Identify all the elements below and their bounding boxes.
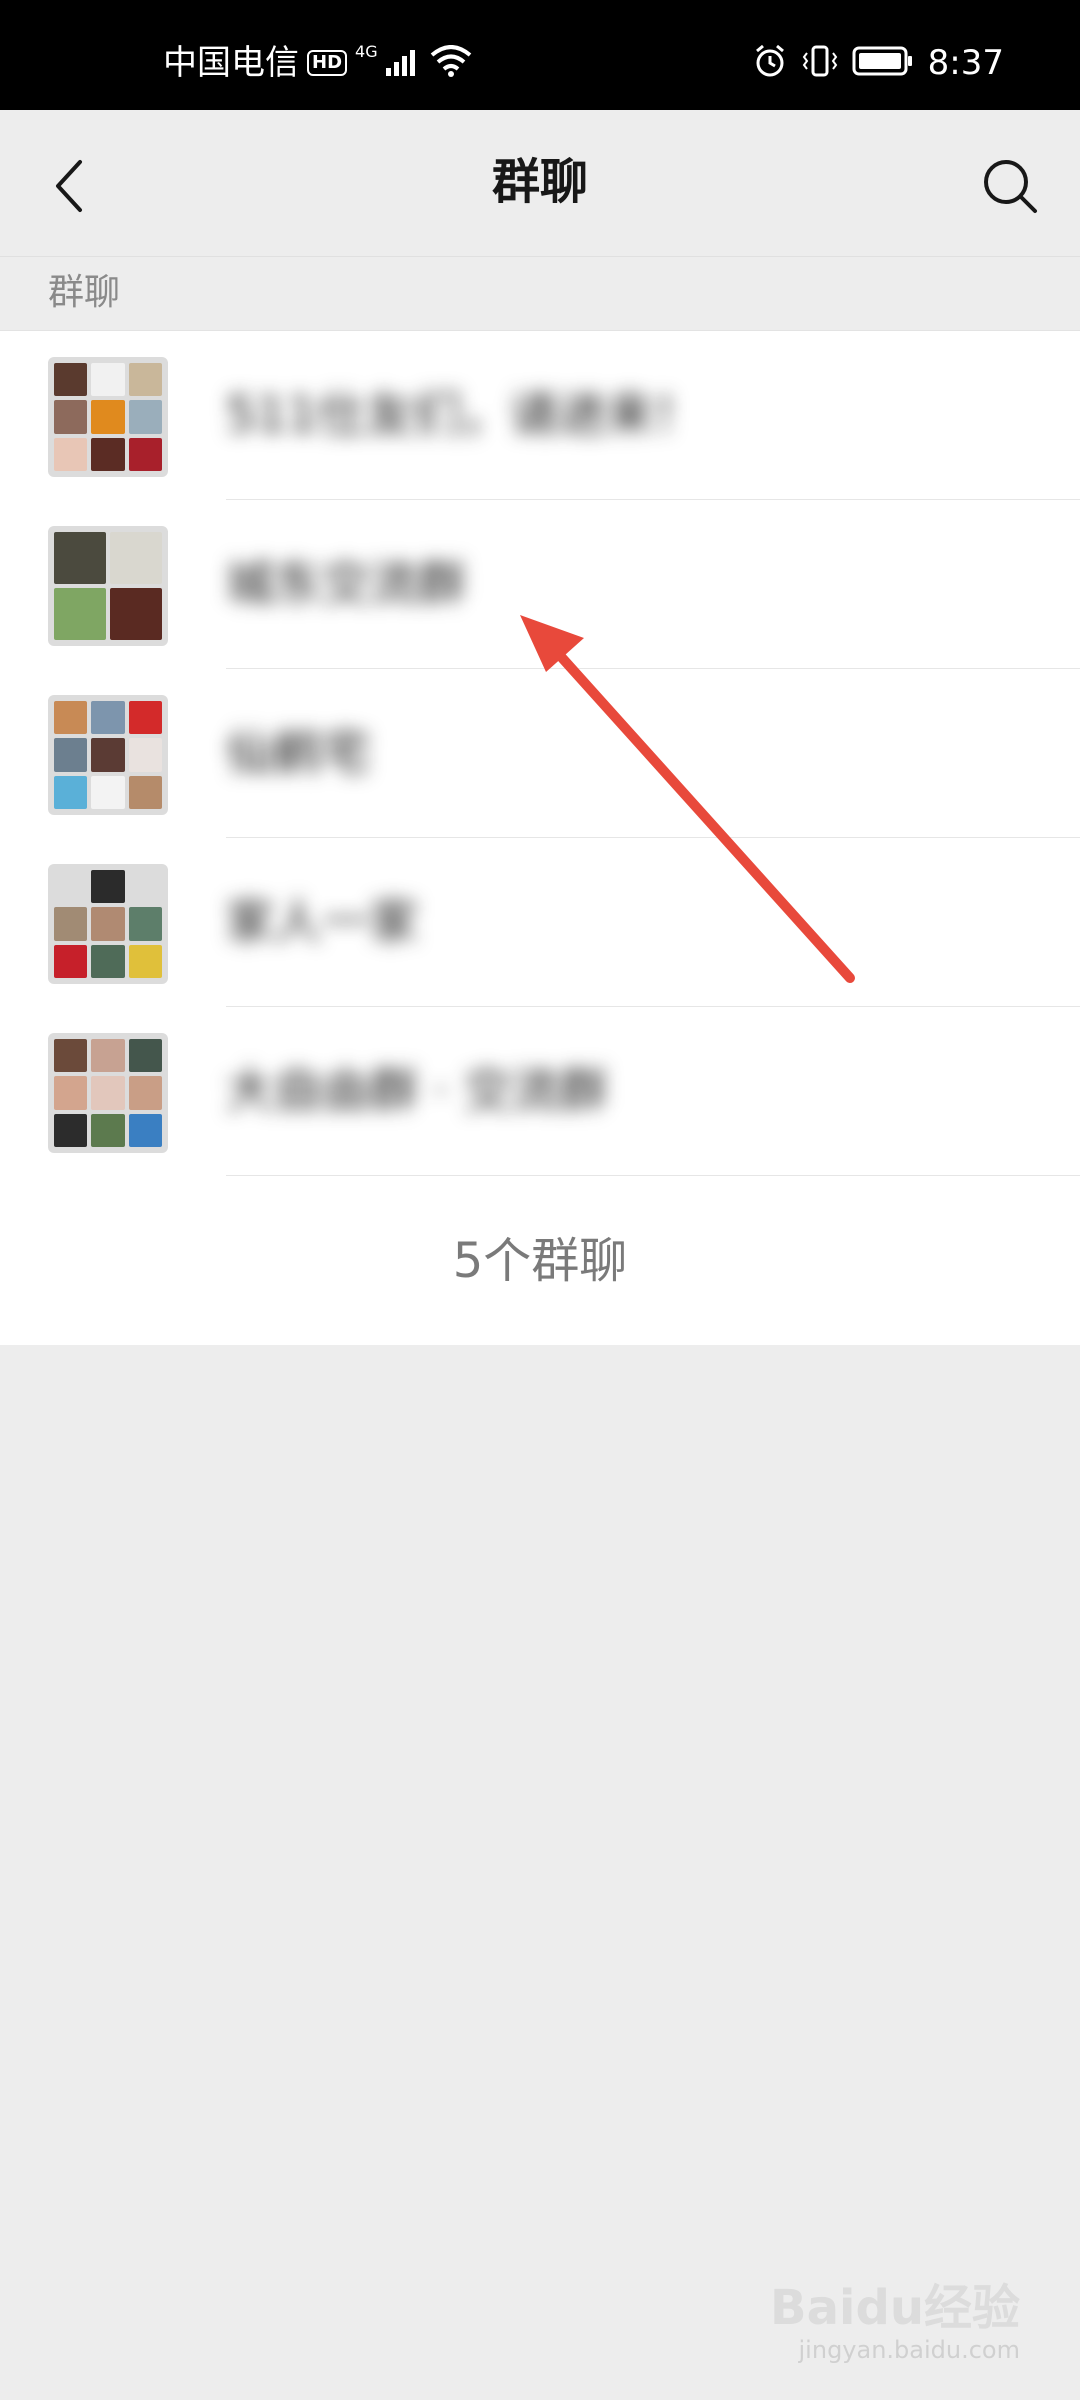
- group-name: 511仕友们，请进来！: [226, 387, 702, 443]
- watermark-url: jingyan.baidu.com: [798, 2336, 1020, 2364]
- group-avatar: [48, 526, 168, 646]
- group-count-label: 5个群聊: [452, 1233, 628, 1289]
- group-list-item[interactable]: 城东交流群: [0, 500, 1080, 669]
- group-name: 城东交流群: [226, 556, 467, 612]
- battery-icon: [852, 45, 914, 81]
- title-bar: 群聊: [0, 110, 1080, 256]
- divider: [226, 1175, 1080, 1176]
- status-bar: 中国电信 HD 4G 8:37: [0, 0, 1080, 110]
- group-list-item[interactable]: 家人一家: [0, 838, 1080, 1007]
- group-list-item[interactable]: 仙鹤宅: [0, 669, 1080, 838]
- group-name: 仙鹤宅: [226, 725, 371, 781]
- section-header-label: 群聊: [48, 272, 121, 313]
- group-avatar: [48, 864, 168, 984]
- group-avatar: [48, 695, 168, 815]
- wifi-icon: [430, 45, 472, 81]
- section-header: 群聊: [0, 256, 1080, 330]
- group-list-item[interactable]: 511仕友们，请进来！: [0, 331, 1080, 500]
- group-avatar: [48, 357, 168, 477]
- carrier-label: 中国电信: [163, 43, 299, 83]
- group-name: 大自由群 · 交流群: [226, 1063, 608, 1119]
- group-avatar: [48, 1033, 168, 1153]
- watermark-logo: Baidu经验: [770, 2280, 1020, 2336]
- signal-icon: [385, 46, 422, 80]
- group-name: 家人一家: [226, 894, 419, 950]
- status-right: 8:37: [752, 43, 1004, 83]
- search-icon: [984, 160, 1037, 213]
- status-left: 中国电信 HD 4G: [163, 41, 472, 83]
- search-button[interactable]: [970, 146, 1050, 226]
- page-title: 群聊: [491, 154, 588, 210]
- network-type: 4G: [355, 41, 378, 61]
- alarm-icon: [752, 43, 788, 83]
- group-list-item[interactable]: 大自由群 · 交流群: [0, 1007, 1080, 1176]
- clock: 8:37: [927, 43, 1004, 83]
- hd-badge: HD: [307, 50, 348, 76]
- group-list: 511仕友们，请进来！ 城东交流群 仙鹤宅 家人一家 大自由群 · 交流群 5个…: [0, 330, 1080, 1345]
- vibrate-icon: [802, 43, 838, 83]
- watermark: Baidu经验 jingyan.baidu.com: [770, 2280, 1020, 2364]
